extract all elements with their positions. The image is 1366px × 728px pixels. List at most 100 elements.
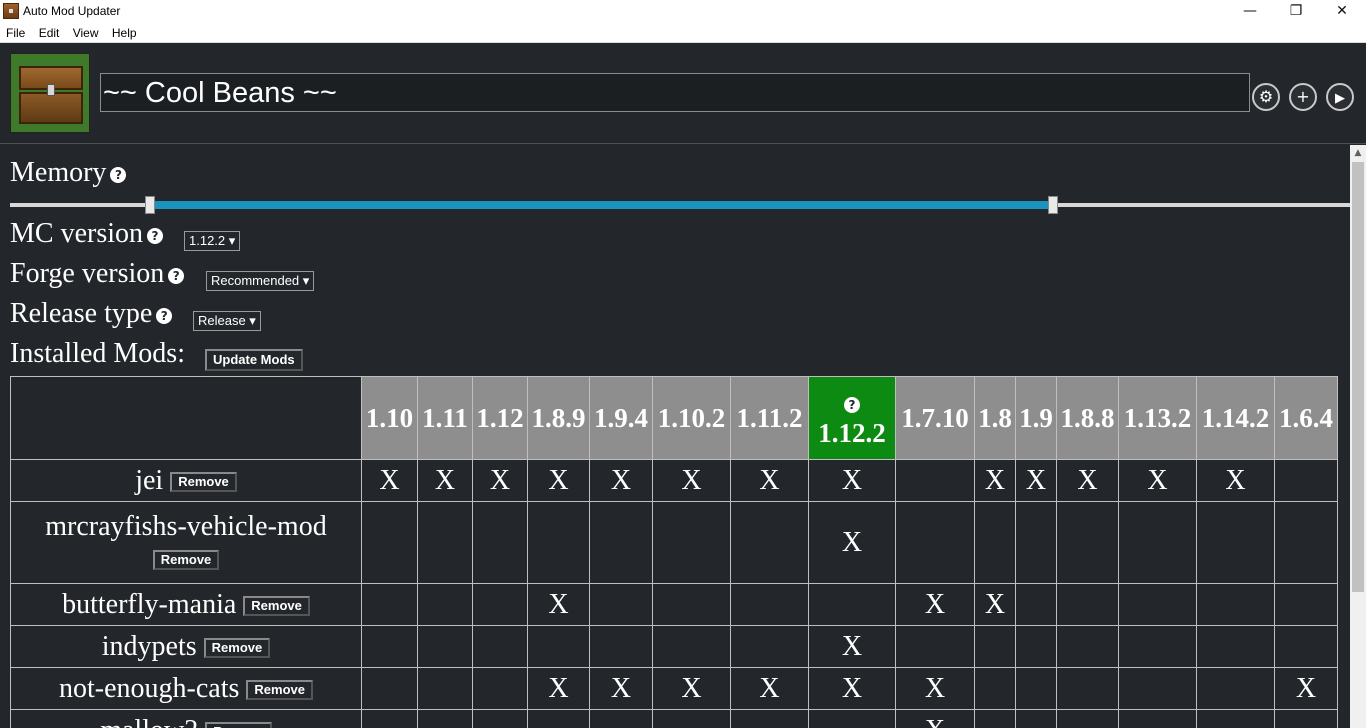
version-column-1-13-2[interactable]: 1.13.2 (1118, 376, 1197, 460)
chest-body (19, 92, 83, 124)
vertical-scrollbar[interactable]: ▲ (1350, 145, 1366, 728)
mod-row: butterfly-mania Remove X X X (10, 583, 1338, 626)
title-bar: Auto Mod Updater — ❐ ✕ (0, 0, 1366, 23)
help-icon[interactable]: ? (168, 267, 185, 284)
version-column-1-11[interactable]: 1.11 (417, 376, 473, 460)
version-column-1-11-2[interactable]: 1.11.2 (730, 376, 809, 460)
window-title: Auto Mod Updater (23, 4, 121, 18)
table-corner (10, 376, 362, 460)
version-column-1-14-2[interactable]: 1.14.2 (1196, 376, 1275, 460)
version-column-1-9[interactable]: 1.9 (1015, 376, 1057, 460)
minimize-button[interactable]: — (1227, 0, 1273, 23)
add-button[interactable]: + (1289, 83, 1317, 111)
mod-name-cell: mrcrayfishs-vehicle-mod Remove (10, 501, 362, 584)
remove-button[interactable]: Remove (203, 638, 271, 659)
play-button[interactable]: ▶ (1326, 83, 1354, 111)
compat-cell (652, 625, 731, 668)
compat-cell: X (1118, 459, 1197, 502)
version-label: 1.7.10 (901, 402, 969, 433)
menu-file[interactable]: File (2, 23, 29, 40)
scroll-thumb[interactable] (1352, 162, 1364, 592)
compat-cell: X (417, 459, 473, 502)
help-icon[interactable]: ? (147, 227, 163, 244)
version-label: 1.13.2 (1123, 402, 1192, 433)
version-column-1-10-2[interactable]: 1.10.2 (652, 376, 731, 460)
close-button[interactable]: ✕ (1319, 0, 1365, 23)
version-column-1-7-10[interactable]: 1.7.10 (895, 376, 975, 460)
mod-name-cell: not-enough-cats Remove (10, 667, 362, 710)
mods-table: 1.10 1.11 1.12 1.8.9 1.9.4 1.10.2 1.11.2? 1.12.… (10, 376, 1338, 728)
compat-cell (417, 709, 473, 728)
compat-cell (527, 709, 590, 728)
profile-avatar[interactable] (10, 53, 90, 133)
remove-button[interactable]: Remove (246, 680, 313, 701)
restore-button[interactable]: ❐ (1273, 0, 1319, 23)
memory-min-handle[interactable] (145, 196, 155, 214)
remove-button[interactable]: Remove (205, 722, 272, 728)
memory-slider-range[interactable] (150, 201, 1053, 209)
compat-cell (361, 625, 418, 668)
compat-cell (1056, 667, 1119, 710)
mod-row: not-enough-cats Remove X X X X X X X (10, 667, 1338, 710)
compat-cell: X (1015, 459, 1057, 502)
remove-button[interactable]: Remove (170, 472, 237, 493)
compat-cell (974, 667, 1016, 710)
compat-cell (1015, 625, 1057, 668)
compat-cell: X (895, 709, 975, 728)
compat-cell (361, 501, 418, 584)
version-label: 1.11.2 (736, 402, 803, 433)
compat-cell: X (472, 459, 528, 502)
compat-cell (1118, 625, 1197, 668)
menu-view[interactable]: View (69, 23, 103, 40)
version-label: 1.8 (978, 402, 1012, 433)
version-column-1-9-4[interactable]: 1.9.4 (589, 376, 653, 460)
remove-button[interactable]: Remove (243, 596, 310, 617)
play-icon: ▶ (1335, 91, 1345, 106)
mod-row: indypets Remove X (10, 625, 1338, 668)
help-icon[interactable]: ? (156, 307, 173, 324)
memory-max-handle[interactable] (1048, 196, 1058, 214)
update-mods-button[interactable]: Update Mods (205, 349, 303, 371)
forge-version-select[interactable]: Recommended ▾ (206, 271, 315, 291)
chest-lock (47, 84, 55, 96)
version-column-1-8[interactable]: 1.8 (974, 376, 1016, 460)
version-column-1-10[interactable]: 1.10 (361, 376, 418, 460)
compat-cell (1274, 459, 1338, 502)
help-icon[interactable]: ? (844, 396, 860, 413)
menu-edit[interactable]: Edit (35, 23, 64, 40)
compat-cell: X (527, 459, 590, 502)
compat-cell (361, 583, 418, 626)
settings-button[interactable]: ⚙ (1252, 83, 1280, 111)
version-column-1-6-4[interactable]: 1.6.4 (1274, 376, 1338, 460)
version-label: 1.11 (422, 402, 468, 433)
version-column-1-8-8[interactable]: 1.8.8 (1056, 376, 1119, 460)
compat-cell (527, 501, 590, 584)
version-column-1-8-9[interactable]: 1.8.9 (527, 376, 590, 460)
scroll-up-arrow[interactable]: ▲ (1350, 145, 1366, 161)
help-icon[interactable]: ? (110, 166, 127, 183)
compat-cell (808, 709, 896, 728)
version-column-1-12-2[interactable]: ? 1.12.2 (808, 376, 896, 460)
compat-cell: X (808, 625, 896, 668)
compat-cell (589, 709, 653, 728)
compat-cell (472, 625, 528, 668)
release-type-select[interactable]: Release ▾ (193, 311, 261, 331)
compat-cell (472, 583, 528, 626)
menu-help[interactable]: Help (108, 23, 141, 40)
compat-cell: X (974, 583, 1016, 626)
profile-name-input[interactable]: ~~ Cool Beans ~~ (100, 73, 1250, 112)
mc-version-select[interactable]: 1.12.2 ▾ (184, 231, 241, 251)
compat-cell (1196, 583, 1275, 626)
compat-cell (730, 501, 809, 584)
profile-header: ~~ Cool Beans ~~ ⚙ + ▶ (0, 43, 1366, 144)
compat-cell (895, 459, 975, 502)
version-label: 1.14.2 (1201, 402, 1270, 433)
remove-button[interactable]: Remove (152, 550, 220, 571)
mod-name: indypets (101, 630, 197, 662)
version-label: 1.6.4 (1279, 402, 1333, 433)
release-type-row: Release type? (10, 298, 173, 330)
compat-cell (589, 583, 653, 626)
version-column-1-12[interactable]: 1.12 (472, 376, 528, 460)
compat-cell (417, 667, 473, 710)
mod-row: jei Remove X X X X X X X X X X X X X (10, 459, 1338, 502)
